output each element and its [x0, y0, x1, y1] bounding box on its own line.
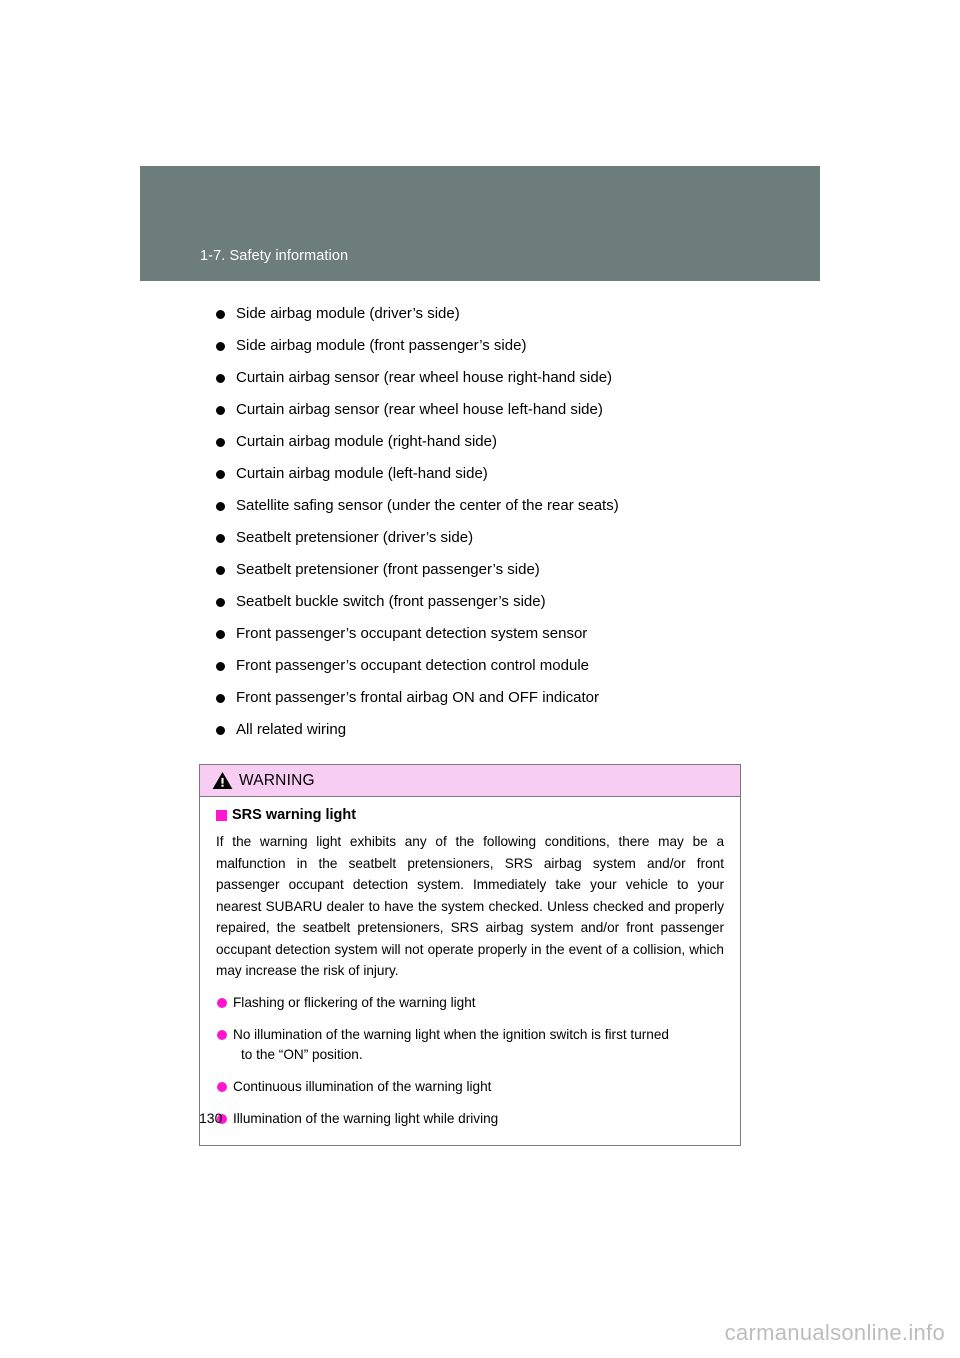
list-item-label: Side airbag module (driver’s side)	[236, 305, 460, 322]
condition-item: Illumination of the warning light while …	[216, 1109, 724, 1129]
warning-subheading: SRS warning light	[216, 807, 724, 823]
bullet-dot-icon	[217, 1082, 227, 1092]
srs-component-list: Side airbag module (driver’s side) Side …	[213, 298, 833, 746]
list-item-label: Front passenger’s frontal airbag ON and …	[236, 689, 599, 706]
list-item: Seatbelt buckle switch (front passenger’…	[213, 586, 833, 618]
bullet-disc-icon	[216, 309, 225, 319]
warning-box: WARNING SRS warning light If the warning…	[199, 764, 741, 1146]
site-watermark: carmanualsonline.info	[724, 1320, 945, 1345]
chapter-header-band: 1-7. Safety information	[140, 166, 820, 281]
warning-condition-list: Flashing or flickering of the warning li…	[216, 993, 724, 1129]
bullet-disc-icon	[216, 469, 225, 479]
list-item-label: Curtain airbag sensor (rear wheel house …	[236, 401, 603, 418]
bullet-disc-icon	[216, 501, 225, 511]
bullet-dot-icon	[217, 998, 227, 1008]
page-title: 1-7. Safety information	[200, 248, 349, 264]
bullet-dot-icon	[217, 1030, 227, 1040]
warning-paragraph: If the warning light exhibits any of the…	[216, 834, 724, 978]
warning-subheading-label: SRS warning light	[232, 807, 357, 823]
list-item: All related wiring	[213, 714, 833, 746]
condition-label: No illumination of the warning light whe…	[233, 1026, 669, 1042]
list-item: Front passenger’s occupant detection con…	[213, 650, 833, 682]
condition-item: Flashing or flickering of the warning li…	[216, 993, 724, 1013]
list-item-label: Curtain airbag sensor (rear wheel house …	[236, 369, 613, 386]
list-item: Seatbelt pretensioner (driver’s side)	[213, 522, 833, 554]
condition-item: No illumination of the warning light whe…	[216, 1025, 724, 1065]
warning-triangle-icon	[212, 771, 233, 790]
list-item-label: Front passenger’s occupant detection sys…	[236, 625, 588, 642]
condition-item: Continuous illumination of the warning l…	[216, 1077, 724, 1097]
list-item-label: Seatbelt pretensioner (driver’s side)	[236, 529, 474, 546]
bullet-disc-icon	[216, 405, 225, 415]
bullet-disc-icon	[216, 725, 225, 735]
list-item: Seatbelt pretensioner (front passenger’s…	[213, 554, 833, 586]
list-item-label: Satellite safing sensor (under the cente…	[236, 497, 619, 514]
page-number: 130	[199, 1110, 223, 1126]
warning-box-header: WARNING	[200, 765, 740, 797]
list-item-label: Curtain airbag module (right-hand side)	[236, 433, 497, 450]
list-item-label: Side airbag module (front passenger’s si…	[236, 337, 527, 354]
condition-label: Illumination of the warning light while …	[233, 1110, 499, 1126]
list-item-label: Curtain airbag module (left-hand side)	[236, 465, 488, 482]
list-item-label: Front passenger’s occupant detection con…	[236, 657, 589, 674]
list-item: Curtain airbag sensor (rear wheel house …	[213, 394, 833, 426]
list-item: Side airbag module (front passenger’s si…	[213, 330, 833, 362]
list-item: Satellite safing sensor (under the cente…	[213, 490, 833, 522]
warning-label: WARNING	[239, 771, 315, 789]
list-item-label: All related wiring	[236, 721, 347, 738]
bullet-disc-icon	[216, 437, 225, 447]
list-item: Curtain airbag module (left-hand side)	[213, 458, 833, 490]
warning-box-body: SRS warning light If the warning light e…	[200, 797, 740, 1145]
bullet-disc-icon	[216, 533, 225, 543]
list-item: Curtain airbag sensor (rear wheel house …	[213, 362, 833, 394]
condition-label-continuation: to the “ON” position.	[241, 1046, 363, 1062]
condition-label: Flashing or flickering of the warning li…	[233, 994, 476, 1010]
list-item: Front passenger’s frontal airbag ON and …	[213, 682, 833, 714]
bullet-disc-icon	[216, 373, 225, 383]
list-item-label: Seatbelt buckle switch (front passenger’…	[236, 593, 546, 610]
list-item: Front passenger’s occupant detection sys…	[213, 618, 833, 650]
bullet-disc-icon	[216, 661, 225, 671]
condition-label: Continuous illumination of the warning l…	[233, 1078, 492, 1094]
list-item-label: Seatbelt pretensioner (front passenger’s…	[236, 561, 540, 578]
bullet-disc-icon	[216, 629, 225, 639]
bullet-disc-icon	[216, 597, 225, 607]
list-item: Curtain airbag module (right-hand side)	[213, 426, 833, 458]
bullet-disc-icon	[216, 565, 225, 575]
bullet-disc-icon	[216, 693, 225, 703]
bullet-disc-icon	[216, 341, 225, 351]
square-bullet-icon	[216, 809, 227, 821]
list-item: Side airbag module (driver’s side)	[213, 298, 833, 330]
